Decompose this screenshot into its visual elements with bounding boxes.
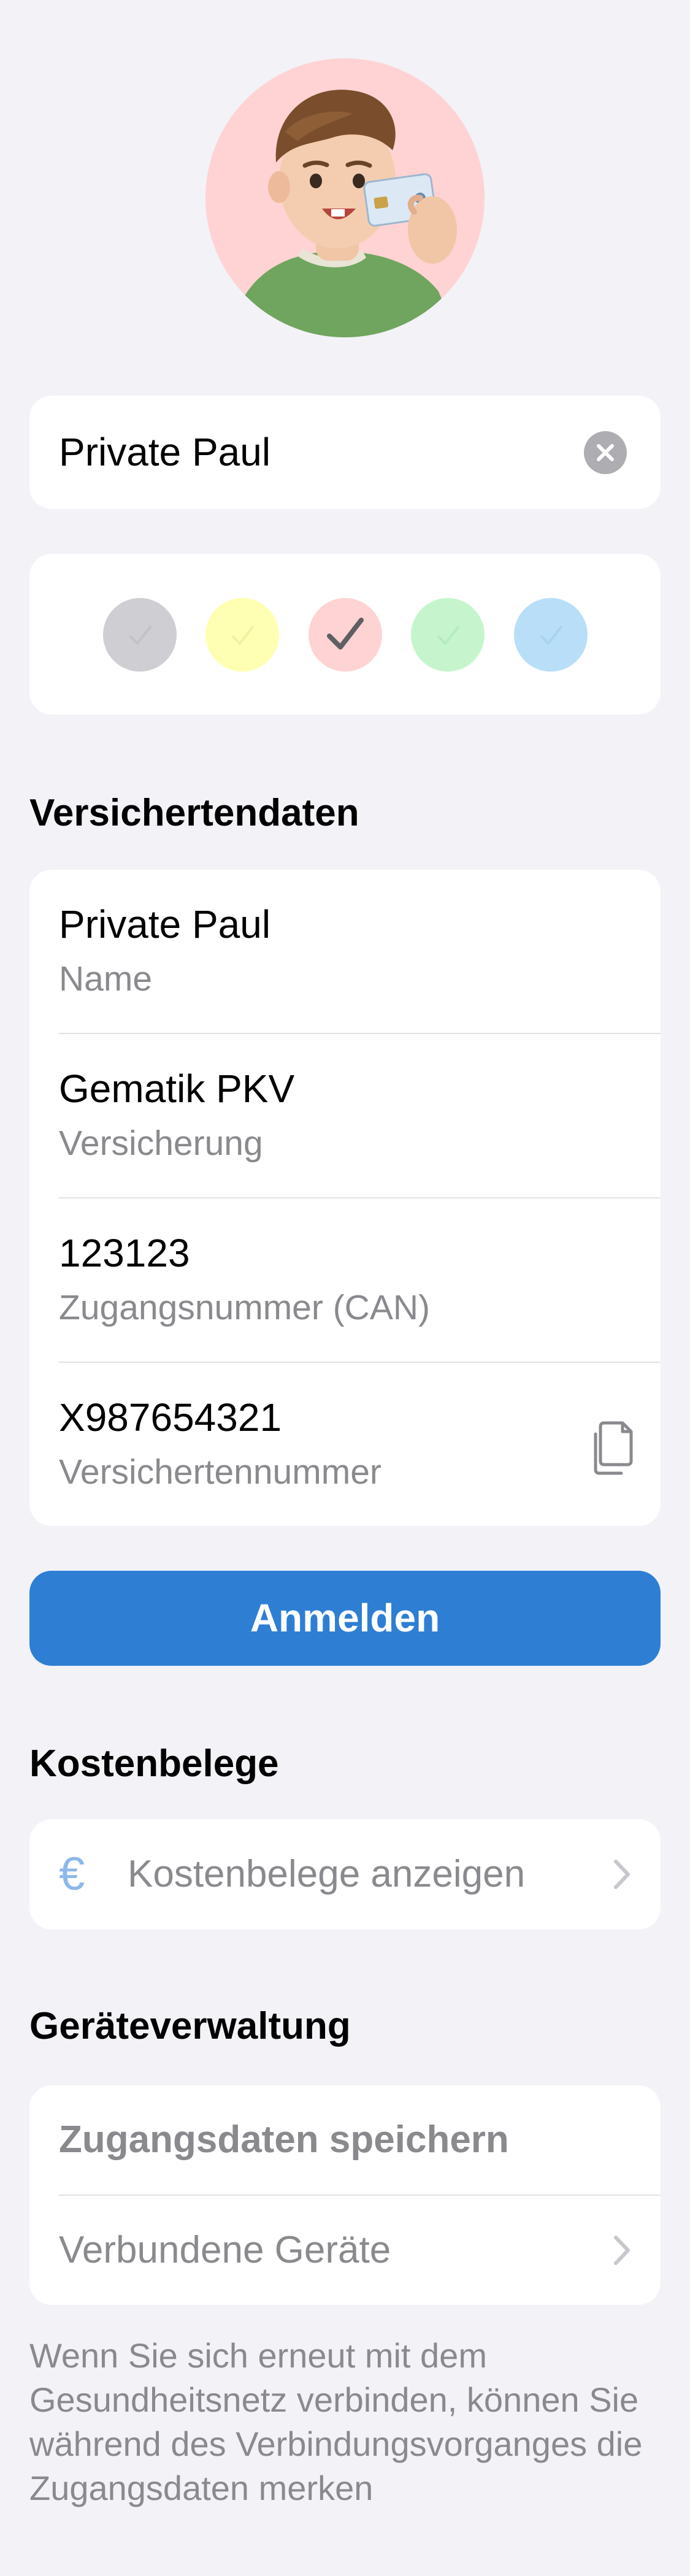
section-title-device-management: Geräteverwaltung <box>29 2005 351 2047</box>
connected-devices-label: Verbundene Geräte <box>59 2229 391 2271</box>
color-swatch-blue[interactable] <box>514 598 588 672</box>
checkmark-icon <box>327 618 364 650</box>
login-button[interactable]: Anmelden <box>29 1571 661 1666</box>
color-swatch-red-selected[interactable] <box>309 598 382 672</box>
profile-screen: Private Paul Versichertendaten Private P… <box>0 0 690 2576</box>
can-label: Zugangsnummer (CAN) <box>59 1288 431 1327</box>
avatar[interactable] <box>205 58 485 337</box>
connected-devices-row[interactable]: Verbundene Geräte <box>29 2196 661 2305</box>
copy-icon[interactable] <box>587 1418 636 1479</box>
color-picker <box>29 554 661 715</box>
profile-name-field[interactable]: Private Paul <box>29 396 661 509</box>
device-management-footer-note: Wenn Sie sich erneut mit dem Gesundheits… <box>29 2336 643 2507</box>
device-management-list: Zugangsdaten speichern Verbundene Geräte <box>29 2085 661 2305</box>
euro-icon: € <box>59 1848 85 1900</box>
chevron-right-icon <box>614 1860 630 1889</box>
insured-row-insurance: Gematik PKV Versicherung <box>29 1034 661 1198</box>
insurance-label: Versicherung <box>59 1124 263 1163</box>
save-credentials-row[interactable]: Zugangsdaten speichern <box>29 2085 661 2195</box>
insured-data-list: Private Paul Name Gematik PKV Versicheru… <box>29 870 661 1526</box>
section-title-insured-data: Versichertendaten <box>29 792 359 834</box>
insurance-number-value: X987654321 <box>59 1395 282 1439</box>
color-swatch-yellow[interactable] <box>205 598 279 672</box>
chevron-right-icon <box>614 2236 630 2265</box>
can-value: 123123 <box>59 1231 190 1275</box>
clear-icon[interactable] <box>584 431 627 474</box>
insured-row-insurance-number: X987654321 Versichertennummer <box>29 1363 661 1526</box>
show-receipts-label: Kostenbelege anzeigen <box>128 1853 526 1895</box>
boy-holding-health-card-avatar <box>230 90 457 337</box>
insured-row-name: Private Paul Name <box>29 870 661 1033</box>
profile-name-input[interactable]: Private Paul <box>59 396 270 509</box>
section-title-receipts: Kostenbelege <box>29 1742 279 1785</box>
color-swatch-gray[interactable] <box>103 598 177 672</box>
insurance-number-label: Versichertennummer <box>59 1452 381 1492</box>
insured-name-value: Private Paul <box>59 902 271 946</box>
show-receipts-row[interactable]: € Kostenbelege anzeigen <box>29 1819 661 1930</box>
insured-name-label: Name <box>59 959 153 999</box>
color-swatch-green[interactable] <box>411 598 485 672</box>
save-credentials-label: Zugangsdaten speichern <box>59 2118 509 2161</box>
insurance-value: Gematik PKV <box>59 1067 295 1111</box>
insured-row-can: 123123 Zugangsnummer (CAN) <box>29 1198 661 1362</box>
